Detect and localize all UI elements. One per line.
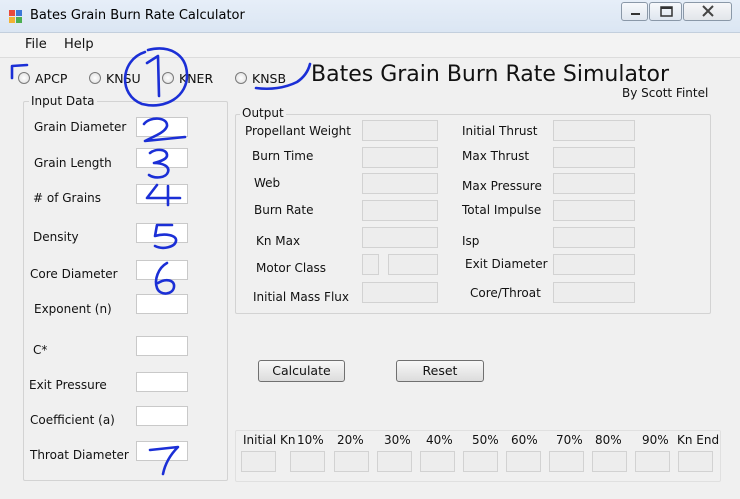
motor-class-label: Motor Class xyxy=(256,261,327,275)
kn-value-50 xyxy=(463,451,498,472)
kn-header-50: 50% xyxy=(472,433,499,447)
max-pressure-label: Max Pressure xyxy=(462,179,542,193)
kn-value-60 xyxy=(506,451,541,472)
burn-rate-output xyxy=(362,200,438,221)
initial-mass-flux-output xyxy=(362,282,438,303)
radio-label: KNSB xyxy=(252,71,287,86)
grain-length-label: Grain Length xyxy=(34,156,112,170)
density-label: Density xyxy=(33,230,79,244)
menu-bar xyxy=(0,33,740,58)
output-group-title: Output xyxy=(240,106,286,120)
initial-thrust-output xyxy=(553,120,635,141)
kn-header-30: 30% xyxy=(384,433,411,447)
maximize-icon xyxy=(660,6,673,17)
exponent-input[interactable] xyxy=(136,294,188,314)
exponent-label: Exponent (n) xyxy=(34,302,112,316)
max-thrust-output xyxy=(553,147,635,168)
menu-help[interactable]: Help xyxy=(64,37,94,52)
burn-rate-label: Burn Rate xyxy=(254,203,314,217)
window-title: Bates Grain Burn Rate Calculator xyxy=(30,8,245,23)
minimize-icon xyxy=(631,13,640,15)
minimize-button[interactable] xyxy=(621,2,648,21)
max-thrust-label: Max Thrust xyxy=(462,149,530,163)
exit-diameter-label: Exit Diameter xyxy=(465,257,548,271)
throat-diameter-label: Throat Diameter xyxy=(30,448,129,462)
radio-label: APCP xyxy=(35,71,68,86)
exit-diameter-output xyxy=(553,254,635,275)
kn-header-end: Kn End xyxy=(677,433,720,447)
motor-class-letter-output xyxy=(362,254,379,275)
kn-header-90: 90% xyxy=(642,433,669,447)
kn-value-90 xyxy=(635,451,670,472)
radio-circle[interactable] xyxy=(89,72,101,84)
burn-time-label: Burn Time xyxy=(252,149,314,163)
kn-max-label: Kn Max xyxy=(256,234,301,248)
kn-header-40: 40% xyxy=(426,433,453,447)
radio-circle[interactable] xyxy=(162,72,174,84)
kn-header-60: 60% xyxy=(511,433,538,447)
kn-header-10: 10% xyxy=(297,433,324,447)
coefficient-label: Coefficient (a) xyxy=(30,413,115,427)
motor-class-value-output xyxy=(388,254,438,275)
ink-digit-1 xyxy=(145,54,161,98)
grain-length-input[interactable] xyxy=(136,148,188,168)
density-input[interactable] xyxy=(136,223,188,243)
radio-label: KNER xyxy=(179,71,214,86)
core-throat-label: Core/Throat xyxy=(470,286,541,300)
maximize-button[interactable] xyxy=(649,2,682,21)
kn-value-80 xyxy=(592,451,627,472)
grain-diameter-input[interactable] xyxy=(136,117,188,137)
kn-value-70 xyxy=(549,451,584,472)
kn-max-output xyxy=(362,227,438,248)
radio-circle[interactable] xyxy=(18,72,30,84)
author-byline: By Scott Fintel xyxy=(622,86,709,100)
input-group-title: Input Data xyxy=(29,94,97,108)
kn-header-initial: Initial Kn xyxy=(243,433,296,447)
radio-label: KNSU xyxy=(106,71,141,86)
isp-output xyxy=(553,227,635,248)
grain-diameter-label: Grain Diameter xyxy=(34,120,127,134)
initial-thrust-label: Initial Thrust xyxy=(462,124,538,138)
core-diameter-label: Core Diameter xyxy=(30,267,118,281)
propellant-weight-label: Propellant Weight xyxy=(245,124,351,138)
kn-value-end xyxy=(678,451,713,472)
max-pressure-output xyxy=(553,173,635,194)
c-star-label: C* xyxy=(33,343,48,357)
propellant-weight-output xyxy=(362,120,438,141)
exit-pressure-label: Exit Pressure xyxy=(29,378,107,392)
web-output xyxy=(362,173,438,194)
c-star-input[interactable] xyxy=(136,336,188,356)
app-title: Bates Grain Burn Rate Simulator xyxy=(311,62,670,87)
num-grains-input[interactable] xyxy=(136,184,188,204)
kn-header-20: 20% xyxy=(337,433,364,447)
kn-header-70: 70% xyxy=(556,433,583,447)
kn-value-20 xyxy=(334,451,369,472)
core-diameter-input[interactable] xyxy=(136,260,188,280)
web-label: Web xyxy=(254,176,281,190)
initial-mass-flux-label: Initial Mass Flux xyxy=(253,290,349,304)
kn-header-80: 80% xyxy=(595,433,622,447)
total-impulse-output xyxy=(553,200,635,221)
calculate-button[interactable]: Calculate xyxy=(258,360,345,382)
close-icon xyxy=(702,5,714,17)
isp-label: Isp xyxy=(462,234,480,248)
app-icon xyxy=(8,8,24,24)
coefficient-input[interactable] xyxy=(136,406,188,426)
total-impulse-label: Total Impulse xyxy=(462,203,542,217)
radio-circle[interactable] xyxy=(235,72,247,84)
kn-value-40 xyxy=(420,451,455,472)
reset-button[interactable]: Reset xyxy=(396,360,484,382)
exit-pressure-input[interactable] xyxy=(136,372,188,392)
throat-diameter-input[interactable] xyxy=(136,441,188,461)
kn-value-initial xyxy=(241,451,276,472)
kn-value-30 xyxy=(377,451,412,472)
burn-time-output xyxy=(362,147,438,168)
menu-file[interactable]: File xyxy=(25,37,47,52)
num-grains-label: # of Grains xyxy=(33,191,102,205)
kn-value-10 xyxy=(290,451,325,472)
close-button[interactable] xyxy=(683,2,732,21)
core-throat-output xyxy=(553,282,635,303)
